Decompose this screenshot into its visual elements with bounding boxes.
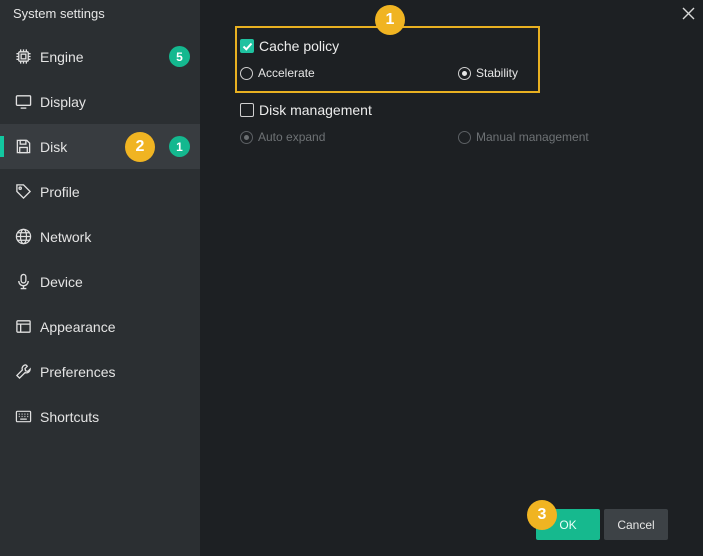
cancel-button[interactable]: Cancel bbox=[604, 509, 668, 540]
radio-button-selected bbox=[240, 130, 253, 144]
radio-label: Manual management bbox=[476, 130, 589, 144]
sidebar-item-label: Preferences bbox=[40, 363, 116, 380]
sidebar: System settings Engine 5 Display Disk 1 … bbox=[0, 0, 200, 556]
sidebar-item-label: Engine bbox=[40, 48, 84, 65]
cache-policy-highlight bbox=[235, 26, 540, 93]
wrench-icon bbox=[14, 363, 32, 381]
cache-policy-label: Cache policy bbox=[259, 38, 340, 54]
radio-button-selected bbox=[458, 66, 471, 80]
radio-button bbox=[458, 130, 471, 144]
sidebar-item-display[interactable]: Display bbox=[0, 79, 200, 124]
floppy-disk-icon bbox=[14, 138, 32, 156]
sidebar-item-shortcuts[interactable]: Shortcuts bbox=[0, 394, 200, 439]
sidebar-item-label: Display bbox=[40, 93, 86, 110]
sidebar-item-network[interactable]: Network bbox=[0, 214, 200, 259]
step-badge-1: 1 bbox=[375, 5, 405, 35]
keyboard-icon bbox=[14, 408, 32, 426]
radio-label: Stability bbox=[476, 66, 519, 80]
sidebar-item-label: Disk bbox=[40, 138, 68, 155]
disk-management-checkbox[interactable]: Disk management bbox=[240, 102, 372, 118]
radio-label: Auto expand bbox=[258, 130, 326, 144]
sidebar-item-profile[interactable]: Profile bbox=[0, 169, 200, 214]
sidebar-item-engine[interactable]: Engine 5 bbox=[0, 34, 200, 79]
window-layout-icon bbox=[14, 318, 32, 336]
radio-manual-management[interactable]: Manual management bbox=[458, 130, 589, 144]
count-badge: 1 bbox=[169, 136, 190, 157]
close-icon bbox=[682, 7, 695, 20]
globe-icon bbox=[14, 228, 32, 246]
sidebar-item-label: Profile bbox=[40, 183, 80, 200]
sidebar-item-preferences[interactable]: Preferences bbox=[0, 349, 200, 394]
window-title: System settings bbox=[13, 6, 105, 21]
sidebar-nav: Engine 5 Display Disk 1 Profile Network … bbox=[0, 34, 200, 439]
sidebar-item-device[interactable]: Device bbox=[0, 259, 200, 304]
close-button[interactable] bbox=[679, 4, 697, 22]
disk-management-label: Disk management bbox=[259, 102, 372, 118]
radio-label: Accelerate bbox=[258, 66, 315, 80]
radio-button bbox=[240, 66, 253, 80]
monitor-icon bbox=[14, 93, 32, 111]
count-badge: 5 bbox=[169, 46, 190, 67]
radio-auto-expand[interactable]: Auto expand bbox=[240, 130, 325, 144]
chip-icon bbox=[14, 48, 32, 66]
sidebar-item-label: Device bbox=[40, 273, 83, 290]
radio-stability[interactable]: Stability bbox=[458, 66, 518, 80]
checkbox-checked bbox=[240, 39, 254, 53]
cache-policy-checkbox[interactable]: Cache policy bbox=[240, 38, 339, 54]
microphone-icon bbox=[14, 273, 32, 291]
sidebar-item-disk[interactable]: Disk 1 bbox=[0, 124, 200, 169]
tag-icon bbox=[14, 183, 32, 201]
sidebar-item-appearance[interactable]: Appearance bbox=[0, 304, 200, 349]
step-badge-3: 3 bbox=[527, 500, 557, 530]
radio-accelerate[interactable]: Accelerate bbox=[240, 66, 315, 80]
checkbox-unchecked bbox=[240, 103, 254, 117]
sidebar-item-label: Shortcuts bbox=[40, 408, 100, 425]
sidebar-item-label: Appearance bbox=[40, 318, 116, 335]
sidebar-item-label: Network bbox=[40, 228, 92, 245]
step-badge-2: 2 bbox=[125, 132, 155, 162]
